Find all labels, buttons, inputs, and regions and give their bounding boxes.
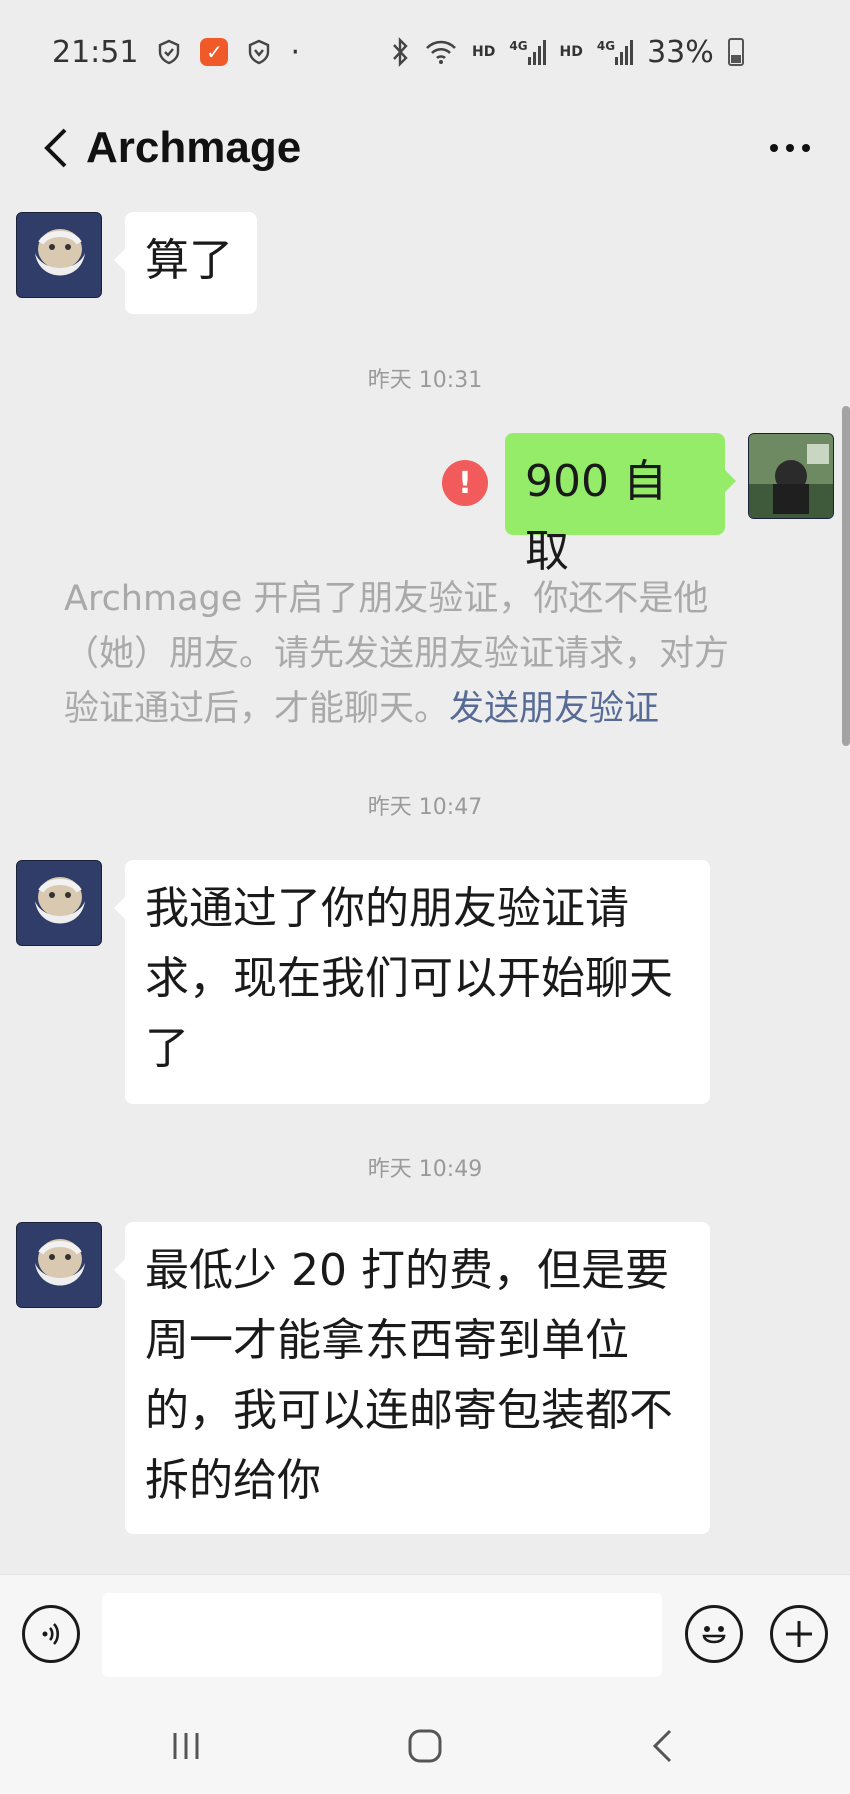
- back-arrow-icon: [44, 128, 67, 168]
- message-input[interactable]: [102, 1593, 662, 1677]
- message-text-line: 我通过了你的朋友验证请: [145, 883, 629, 934]
- message-text-line: 拆的给你: [145, 1455, 321, 1506]
- nav-back-icon: [652, 1729, 672, 1763]
- my-avatar[interactable]: [748, 433, 834, 519]
- hd-label: HD: [472, 44, 496, 60]
- system-message-line: 验证通过后，才能聊天。发送朋友验证: [64, 682, 804, 737]
- emoji-icon: [702, 1626, 726, 1644]
- signal-icon-2: 4G: [596, 39, 634, 65]
- hd-label: HD: [559, 44, 583, 60]
- status-bar: 21:51 ✓ · HD 4G HD 4G 33%: [0, 0, 850, 104]
- contact-avatar[interactable]: [16, 1222, 102, 1308]
- network-type-label: 4G: [596, 39, 616, 53]
- battery-icon: [727, 38, 744, 66]
- system-message: Archmage 开启了朋友验证，你还不是他 （她）朋友。请先发送朋友验证请求，…: [64, 572, 804, 737]
- message-text-line: 求，现在我们可以开始聊天: [145, 953, 673, 1004]
- system-navigation-bar: [0, 1694, 850, 1794]
- message-bubble[interactable]: 算了: [114, 212, 257, 314]
- contact-avatar[interactable]: [16, 212, 102, 298]
- message-bubble[interactable]: 最低少 20 打的费，但是要 周一才能拿东西寄到单位 的，我可以连邮寄包装都不 …: [114, 1222, 710, 1534]
- status-dot: ·: [290, 34, 301, 70]
- message-text: 900 自取: [525, 456, 667, 577]
- timestamp: 昨天 10:47: [367, 795, 483, 820]
- recent-apps-button[interactable]: [156, 1718, 216, 1774]
- voice-icon: [42, 1623, 60, 1645]
- my-message-bubble[interactable]: 900 自取: [505, 433, 736, 577]
- status-time: 21:51: [52, 34, 139, 70]
- back-button[interactable]: [26, 116, 86, 180]
- chat-header: Archmage: [0, 104, 850, 192]
- message-text-line: 最低少 20 打的费，但是要: [145, 1245, 669, 1296]
- chat-title: Archmage: [86, 123, 302, 172]
- more-button[interactable]: [760, 118, 820, 178]
- network-type-label: 4G: [509, 39, 528, 53]
- shield-icon: [246, 39, 272, 65]
- bluetooth-icon: [390, 37, 410, 67]
- plus-icon: [786, 1621, 812, 1647]
- notification-badge-icon: ✓: [200, 38, 229, 66]
- message-text-line: 的，我可以连邮寄包装都不: [145, 1385, 673, 1436]
- send-verification-link[interactable]: 发送朋友验证: [449, 689, 659, 729]
- input-bar: [0, 1574, 850, 1694]
- emoji-button[interactable]: [685, 1605, 743, 1663]
- signal-icon-1: 4G: [509, 39, 546, 65]
- error-icon[interactable]: !: [442, 460, 488, 506]
- status-left: 21:51 ✓ ·: [52, 35, 300, 70]
- recent-apps-icon: [173, 1733, 199, 1759]
- more-functions-button[interactable]: [770, 1605, 828, 1663]
- message-text-line: 周一才能拿东西寄到单位: [145, 1315, 629, 1366]
- system-message-text: 验证通过后，才能聊天。: [64, 689, 450, 729]
- system-message-line: （她）朋友。请先发送朋友验证请求，对方: [64, 634, 730, 674]
- voice-button[interactable]: [22, 1605, 80, 1663]
- system-message-line: Archmage 开启了朋友验证，你还不是他: [64, 579, 709, 619]
- nav-back-button[interactable]: [632, 1718, 692, 1774]
- timestamp: 昨天 10:49: [367, 1157, 483, 1182]
- message-text-line: 了: [145, 1023, 189, 1074]
- home-icon: [408, 1729, 442, 1763]
- home-button[interactable]: [395, 1718, 455, 1774]
- status-right: HD 4G HD 4G 33%: [390, 0, 744, 104]
- message-bubble[interactable]: 我通过了你的朋友验证请 求，现在我们可以开始聊天 了: [114, 860, 710, 1104]
- scrollbar-thumb[interactable]: [842, 406, 850, 746]
- contact-avatar[interactable]: [16, 860, 102, 946]
- shield-check-icon: [156, 39, 182, 65]
- timestamp: 昨天 10:31: [367, 368, 483, 393]
- battery-percent: 33%: [647, 34, 714, 70]
- message-text: 算了: [145, 235, 233, 286]
- wifi-icon: [424, 38, 458, 66]
- more-dots-icon: [770, 144, 810, 152]
